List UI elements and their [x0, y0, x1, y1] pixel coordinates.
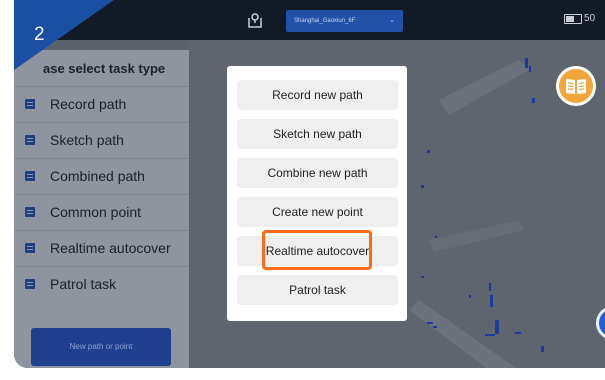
list-doc-icon: [25, 207, 35, 217]
list-doc-icon: [25, 171, 35, 181]
sidebar-item-label: Patrol task: [50, 276, 117, 292]
map-location-icon[interactable]: [246, 12, 264, 28]
sidebar-item-record-path[interactable]: Record path: [14, 86, 189, 122]
map-select-value: Shanghai_Gaoxiun_6F: [294, 18, 356, 24]
highlight-box: [262, 230, 372, 270]
menu-item-create-new-point[interactable]: Create new point: [237, 197, 398, 227]
new-task-popup-menu: Record new path Sketch new path Combine …: [227, 66, 407, 321]
book-button[interactable]: [556, 66, 596, 106]
list-doc-icon: [25, 99, 35, 109]
menu-item-combine-new-path[interactable]: Combine new path: [237, 158, 398, 188]
book-icon: [566, 79, 586, 94]
list-doc-icon: [25, 135, 35, 145]
new-path-or-point-button[interactable]: New path or point: [31, 328, 171, 366]
sidebar-item-label: Realtime autocover: [50, 240, 171, 256]
step-number: 2: [34, 24, 45, 45]
sidebar-item-patrol-task[interactable]: Patrol task: [14, 266, 189, 302]
battery-level: 50: [584, 13, 596, 24]
sidebar-item-sketch-path[interactable]: Sketch path: [14, 122, 189, 158]
sidebar-item-label: Sketch path: [50, 132, 124, 148]
sidebar-item-common-point[interactable]: Common point: [14, 194, 189, 230]
map-select-dropdown[interactable]: Shanghai_Gaoxiun_6F ⌄: [286, 10, 403, 32]
task-type-sidebar: ase select task type Record path Sketch …: [14, 50, 189, 368]
sidebar-item-label: Record path: [50, 96, 127, 112]
list-doc-icon: [25, 279, 35, 289]
menu-item-patrol-task[interactable]: Patrol task: [237, 275, 398, 305]
sidebar-title: ase select task type: [43, 61, 166, 76]
menu-item-sketch-new-path[interactable]: Sketch new path: [237, 119, 398, 149]
menu-item-record-new-path[interactable]: Record new path: [237, 80, 398, 110]
sidebar-item-realtime-autocover[interactable]: Realtime autocover: [14, 230, 189, 266]
chevron-down-icon: ⌄: [389, 17, 395, 24]
battery-icon: [564, 14, 582, 24]
sidebar-item-label: Combined path: [50, 168, 145, 184]
sidebar-item-combined-path[interactable]: Combined path: [14, 158, 189, 194]
sidebar-item-label: Common point: [50, 204, 142, 220]
list-doc-icon: [25, 243, 35, 253]
